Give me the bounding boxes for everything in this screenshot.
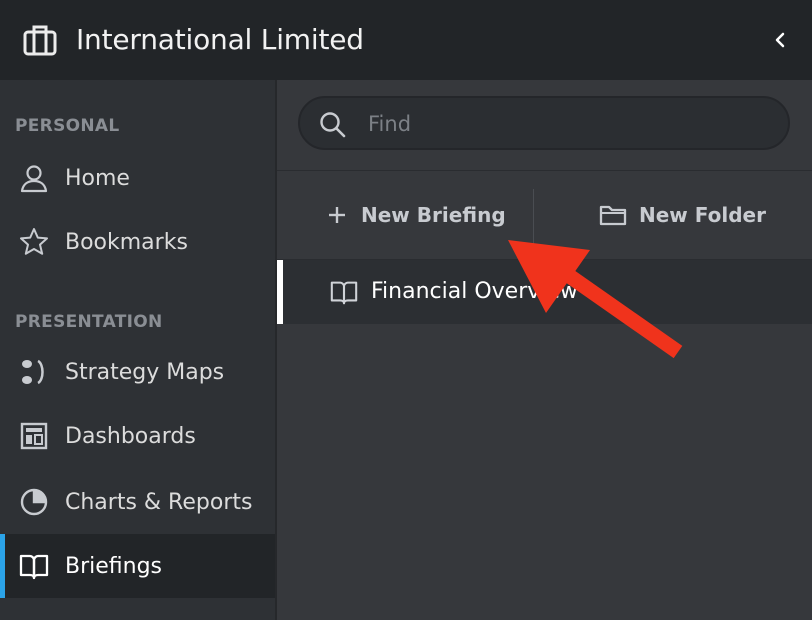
- action-separator: [533, 189, 534, 259]
- briefcase-icon: [23, 25, 57, 56]
- action-bar: New Briefing New Folder: [277, 171, 812, 260]
- briefing-list: Financial Overview: [277, 260, 812, 620]
- folder-icon: [599, 205, 627, 226]
- section-label-personal: PERSONAL: [15, 116, 120, 136]
- sidebar-item-charts-reports[interactable]: Charts & Reports: [0, 470, 275, 534]
- pie-chart-icon: [20, 488, 48, 516]
- active-indicator: [0, 534, 5, 598]
- section-label-presentation: PRESENTATION: [15, 312, 163, 332]
- new-briefing-label: New Briefing: [361, 203, 506, 227]
- top-bar: International Limited: [0, 0, 812, 80]
- briefing-title: Financial Overview: [371, 279, 578, 304]
- sidebar-item-home[interactable]: Home: [0, 146, 275, 210]
- sidebar-item-briefings[interactable]: Briefings: [0, 534, 275, 598]
- user-icon: [20, 165, 48, 193]
- new-folder-label: New Folder: [639, 203, 766, 227]
- sidebar-item-bookmarks[interactable]: Bookmarks: [0, 210, 275, 274]
- search-icon: [320, 112, 346, 138]
- sidebar-item-label: Bookmarks: [65, 229, 188, 255]
- sidebar: PERSONAL Home Bookmarks PRESENTATION Str…: [0, 80, 275, 620]
- sidebar-item-dashboards[interactable]: Dashboards: [0, 404, 275, 468]
- search-input[interactable]: [366, 98, 770, 150]
- strategy-map-icon: [22, 359, 44, 385]
- sidebar-item-label: Charts & Reports: [65, 489, 253, 515]
- book-icon: [19, 554, 49, 580]
- selected-indicator: [277, 260, 283, 324]
- star-icon: [20, 228, 48, 255]
- sidebar-item-label: Strategy Maps: [65, 359, 225, 385]
- sidebar-item-label: Home: [65, 165, 130, 191]
- sidebar-item-label: Dashboards: [65, 423, 196, 449]
- search-row: [277, 80, 812, 171]
- sidebar-item-strategy-maps[interactable]: Strategy Maps: [0, 340, 275, 404]
- new-briefing-button[interactable]: New Briefing: [325, 171, 506, 259]
- list-item[interactable]: Financial Overview: [277, 260, 812, 324]
- dashboard-icon: [20, 422, 48, 450]
- search-box[interactable]: [298, 96, 790, 150]
- organization-title: International Limited: [76, 23, 364, 56]
- plus-icon: [329, 207, 345, 223]
- new-folder-button[interactable]: New Folder: [599, 171, 766, 259]
- sidebar-item-label: Briefings: [65, 553, 163, 579]
- book-icon: [330, 281, 358, 305]
- chevron-left-icon[interactable]: [768, 26, 792, 54]
